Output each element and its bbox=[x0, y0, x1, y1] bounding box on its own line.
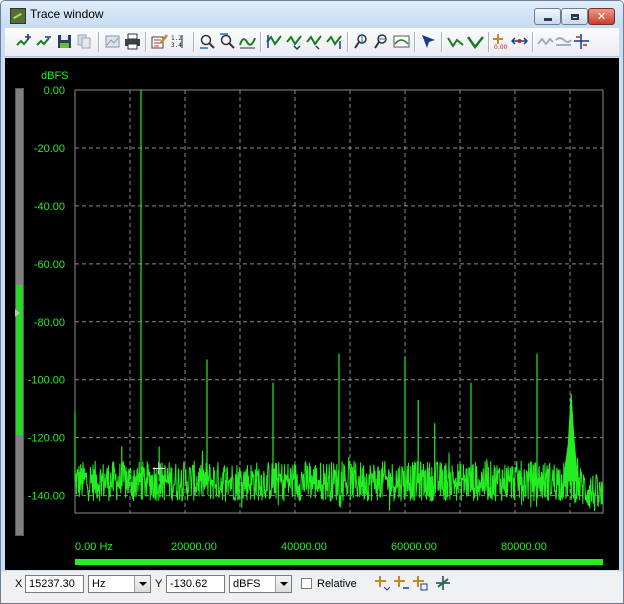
maximize-icon bbox=[570, 13, 579, 20]
window-title: Trace window bbox=[30, 7, 104, 21]
line-icon[interactable] bbox=[446, 32, 465, 51]
trace-d-icon[interactable] bbox=[325, 32, 344, 51]
y-tick-label: -60.00 bbox=[34, 259, 65, 271]
app-icon bbox=[10, 8, 26, 24]
zoom-in-icon[interactable] bbox=[15, 32, 34, 51]
close-icon: ✕ bbox=[596, 10, 607, 23]
cursor-readout-bar: X 15237.30 Hz Y -130.62 dBFS Relative bbox=[1, 571, 623, 603]
peak-marker-icon[interactable] bbox=[412, 575, 430, 593]
print-icon[interactable] bbox=[123, 32, 142, 51]
maximize-button[interactable] bbox=[561, 8, 588, 25]
trace-c-icon[interactable] bbox=[305, 32, 324, 51]
y-tick-label: -80.00 bbox=[34, 317, 65, 329]
zoom-y-icon[interactable] bbox=[218, 32, 237, 51]
toolbar-separator bbox=[98, 32, 99, 52]
x-value-field[interactable]: 15237.30 bbox=[25, 575, 84, 593]
edit-icon[interactable] bbox=[150, 32, 169, 51]
trace-cycle-icon[interactable] bbox=[510, 32, 529, 51]
trace-b-icon[interactable] bbox=[285, 32, 304, 51]
y-tick-label: -40.00 bbox=[34, 201, 65, 213]
zoom-x-icon[interactable] bbox=[198, 32, 217, 51]
relative-label: Relative bbox=[317, 578, 357, 590]
y-value-field[interactable]: -130.62 bbox=[166, 575, 225, 593]
x-tick-label: 20000.00 bbox=[171, 541, 217, 553]
y-tick-label: -120.00 bbox=[28, 433, 65, 445]
svg-text:3.4: 3.4 bbox=[171, 42, 182, 49]
y-tick-label: -20.00 bbox=[34, 143, 65, 155]
delta-marker-icon[interactable] bbox=[435, 575, 453, 593]
y-tick-label: -140.00 bbox=[28, 491, 65, 503]
minimize-icon bbox=[543, 18, 552, 21]
copy-icon[interactable] bbox=[75, 32, 94, 51]
title-bar[interactable]: Trace window ✕ bbox=[1, 1, 623, 28]
y-tick-label: 0.00 bbox=[44, 85, 65, 97]
x-label: X bbox=[15, 578, 23, 590]
x-tick-label: 0.00 Hz bbox=[75, 541, 113, 553]
zoom-out-icon[interactable] bbox=[35, 32, 54, 51]
x-tick-label: 80000.00 bbox=[501, 541, 547, 553]
x-unit-select[interactable]: Hz bbox=[88, 575, 151, 593]
close-button[interactable]: ✕ bbox=[588, 8, 615, 25]
fit-icon[interactable]: 0.00 bbox=[491, 32, 510, 51]
data-table-icon[interactable]: 1.2 3.4 bbox=[170, 32, 189, 51]
dot-icon[interactable] bbox=[466, 32, 485, 51]
relative-checkbox[interactable] bbox=[301, 578, 312, 589]
toolbar: 1.2 3.4 0.00 bbox=[5, 28, 619, 57]
toolbar-separator bbox=[532, 32, 533, 52]
toolbar-separator bbox=[414, 32, 415, 52]
move-marker-icon[interactable] bbox=[393, 575, 411, 593]
add-marker-icon[interactable] bbox=[374, 575, 392, 593]
marker-icon[interactable] bbox=[352, 32, 371, 51]
wave-icon[interactable] bbox=[536, 32, 555, 51]
crosshair-icon[interactable] bbox=[572, 32, 591, 51]
x-unit-value: Hz bbox=[92, 578, 106, 590]
chevron-down-icon bbox=[134, 576, 150, 592]
x-tick-label: 40000.00 bbox=[281, 541, 327, 553]
auto-scale-icon[interactable] bbox=[238, 32, 257, 51]
peak-icon[interactable] bbox=[392, 32, 411, 51]
image-icon[interactable] bbox=[103, 32, 122, 51]
svg-text:1.2: 1.2 bbox=[171, 35, 182, 42]
svg-text:0.00: 0.00 bbox=[494, 44, 508, 50]
x-scrollbar[interactable] bbox=[75, 559, 603, 565]
trace-window: Trace window ✕ 1.2 3.4 0.00 0.00 -20.00 … bbox=[0, 0, 624, 604]
marker-relative-icon[interactable] bbox=[372, 32, 391, 51]
minimize-button[interactable] bbox=[534, 8, 561, 25]
chevron-down-icon bbox=[275, 576, 291, 592]
trace-a-icon[interactable] bbox=[265, 32, 284, 51]
toolbar-separator bbox=[347, 32, 348, 52]
toolbar-separator bbox=[488, 32, 489, 52]
y-unit-value: dBFS bbox=[233, 578, 261, 590]
y-unit-select[interactable]: dBFS bbox=[229, 575, 292, 593]
x-tick-label: 60000.00 bbox=[391, 541, 437, 553]
cursor-move-icon[interactable] bbox=[419, 32, 438, 51]
toolbar-separator bbox=[193, 32, 194, 52]
spectrum-plot[interactable]: 0.00 -20.00 -40.00 -60.00 -80.00 -100.00 -120.… bbox=[5, 58, 619, 570]
toolbar-separator bbox=[441, 32, 442, 52]
y-axis-unit-label: dBFS bbox=[41, 70, 69, 82]
toolbar-separator bbox=[145, 32, 146, 52]
toolbar-separator bbox=[260, 32, 261, 52]
save-trace-icon[interactable] bbox=[55, 32, 74, 51]
y-label: Y bbox=[155, 578, 163, 590]
stack-icon[interactable] bbox=[554, 32, 573, 51]
plot-area[interactable]: 0.00 -20.00 -40.00 -60.00 -80.00 -100.00 -120.… bbox=[5, 58, 619, 570]
y-tick-label: -100.00 bbox=[28, 375, 65, 387]
